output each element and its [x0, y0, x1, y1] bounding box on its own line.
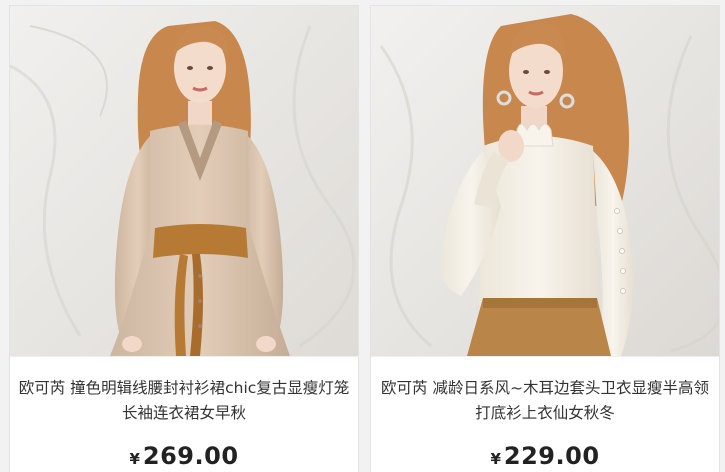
price-amount: 229.00: [503, 442, 600, 470]
product-price: ¥229.00: [371, 442, 719, 470]
blouse-photo-icon: [371, 6, 719, 356]
product-card-dress[interactable]: 欧可芮 撞色明辑线腰封衬衫裙chic复古显瘦灯笼长袖连衣裙女早秋 ¥269.00: [9, 5, 359, 472]
product-price: ¥269.00: [10, 442, 358, 470]
currency-symbol: ¥: [490, 450, 501, 468]
product-title[interactable]: 欧可芮 撞色明辑线腰封衬衫裙chic复古显瘦灯笼长袖连衣裙女早秋: [16, 376, 352, 426]
product-grid: 欧可芮 撞色明辑线腰封衬衫裙chic复古显瘦灯笼长袖连衣裙女早秋 ¥269.00: [0, 0, 725, 472]
price-amount: 269.00: [142, 442, 239, 470]
product-image[interactable]: [371, 6, 719, 357]
currency-symbol: ¥: [129, 450, 140, 468]
product-image[interactable]: [10, 6, 358, 357]
product-card-blouse[interactable]: 欧可芮 减龄日系风~木耳边套头卫衣显瘦半高领打底衫上衣仙女秋冬 ¥229.00: [370, 5, 720, 472]
product-title[interactable]: 欧可芮 减龄日系风~木耳边套头卫衣显瘦半高领打底衫上衣仙女秋冬: [377, 376, 713, 426]
dress-photo-icon: [10, 6, 358, 356]
